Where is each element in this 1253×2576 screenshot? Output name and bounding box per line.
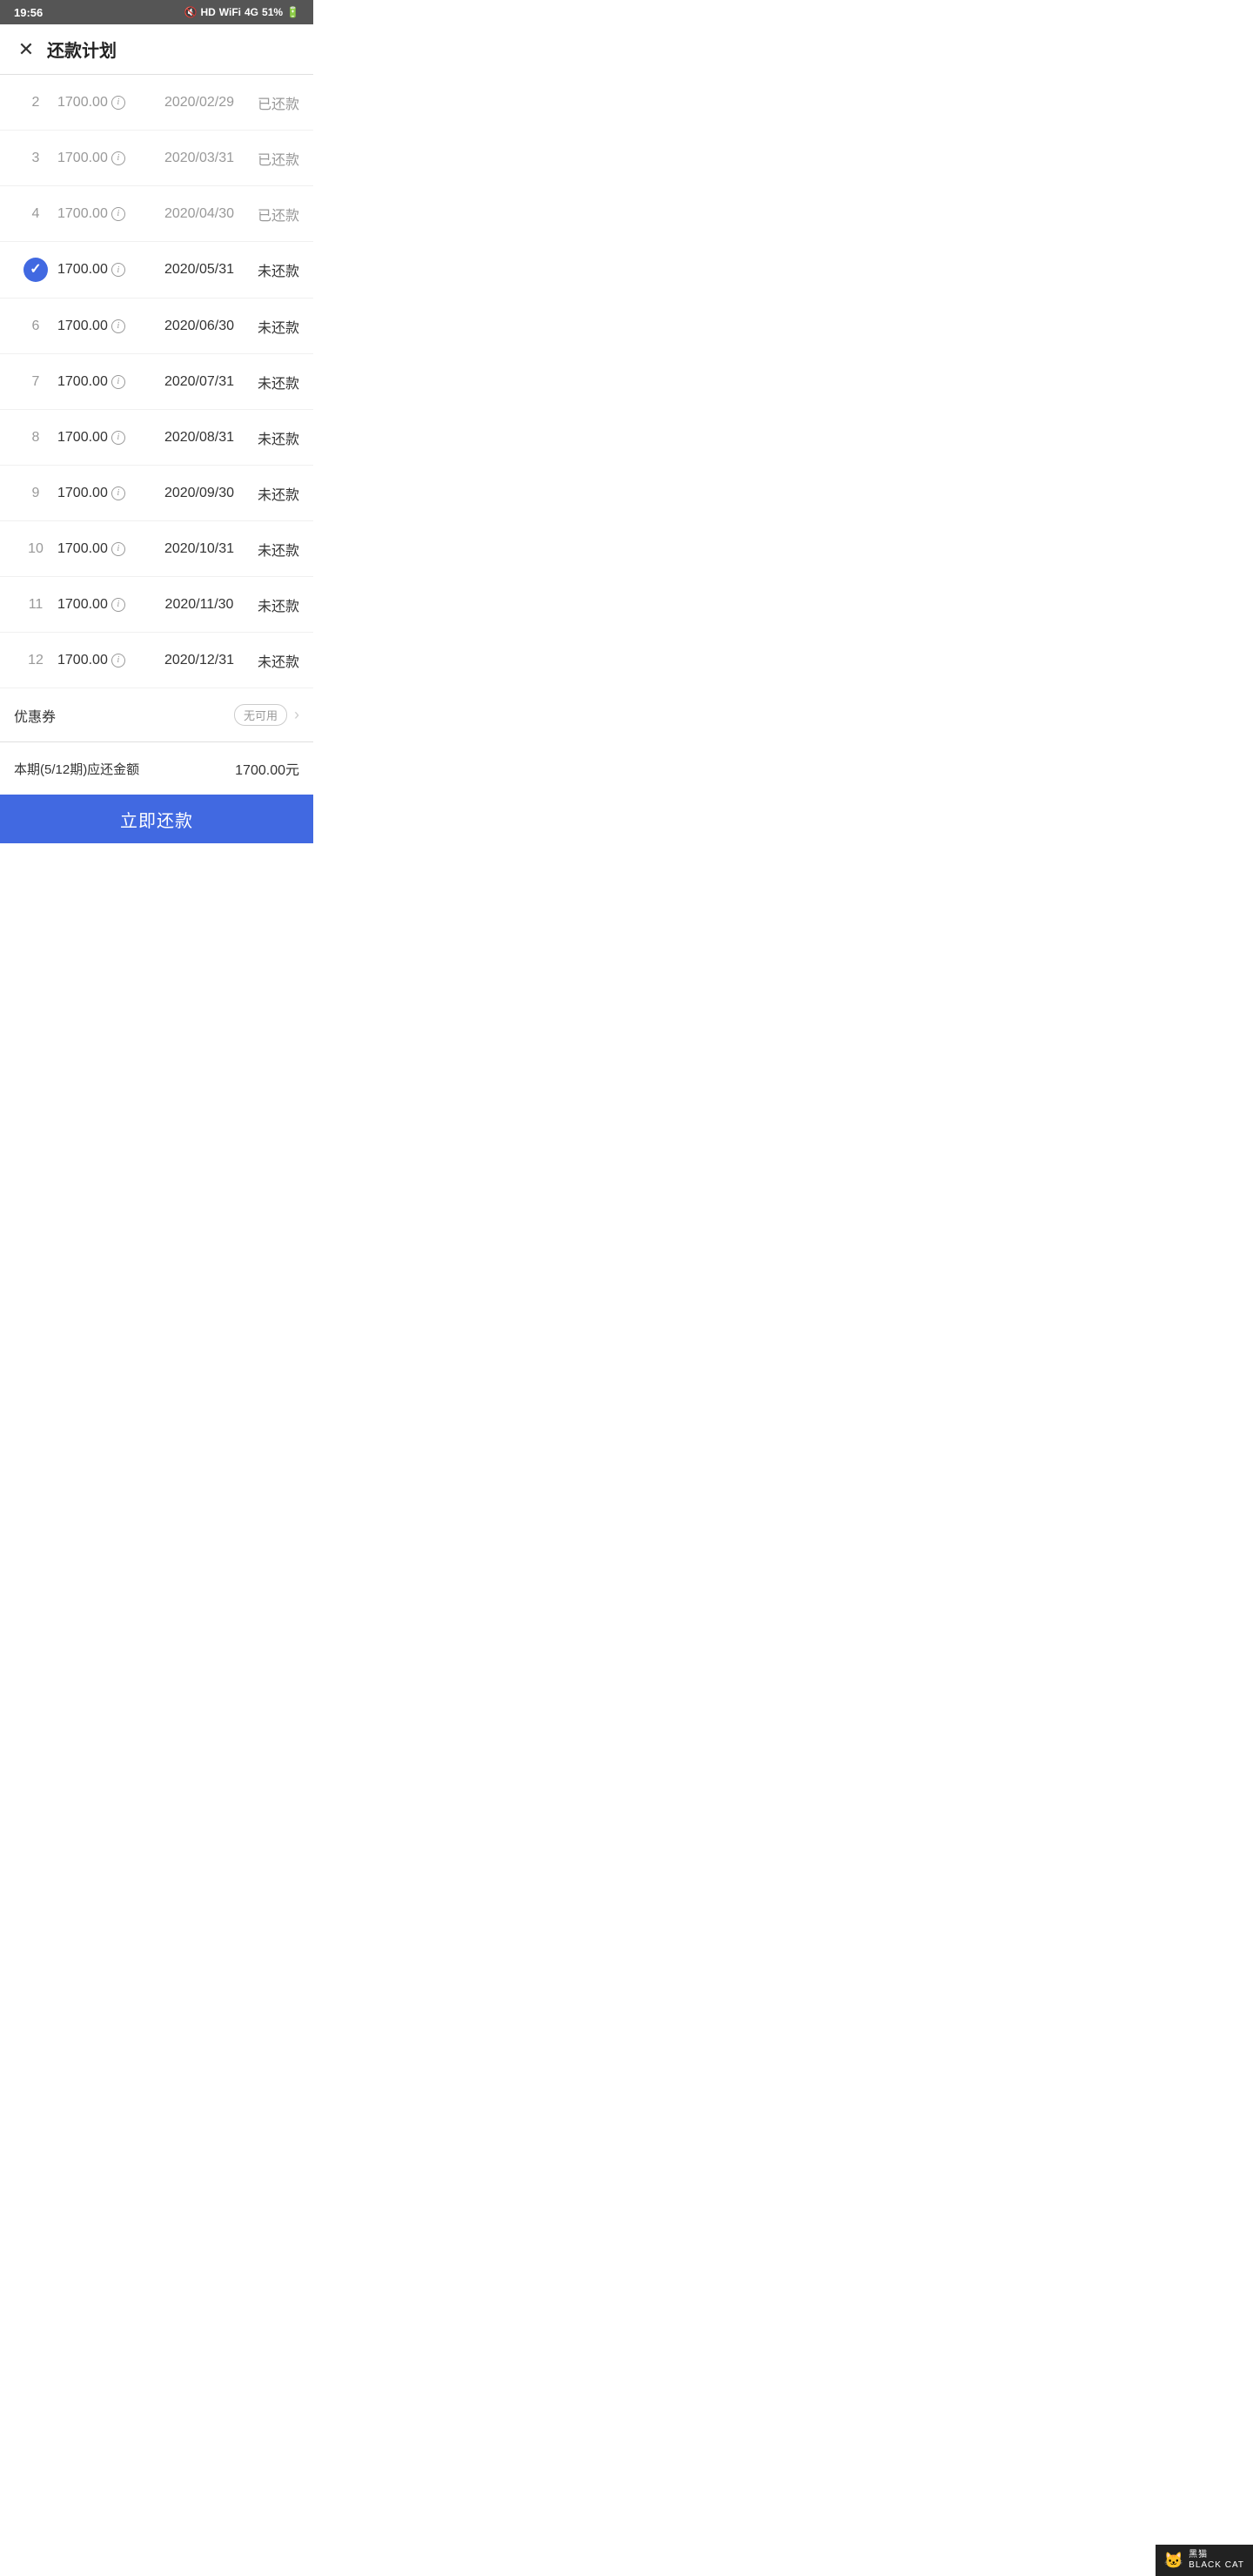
row-date: 2020/05/31 bbox=[151, 262, 247, 278]
close-icon: ✕ bbox=[18, 40, 34, 59]
row-date: 2020/08/31 bbox=[151, 430, 247, 446]
info-icon[interactable]: i bbox=[111, 654, 125, 667]
info-icon[interactable]: i bbox=[111, 431, 125, 445]
info-icon[interactable]: i bbox=[111, 151, 125, 165]
row-amount: 1700.00 i bbox=[57, 653, 151, 668]
wifi-icon: WiFi bbox=[219, 6, 241, 18]
row-status: 已还款 bbox=[247, 204, 299, 225]
row-date: 2020/03/31 bbox=[151, 151, 247, 166]
row-index: 3 bbox=[14, 151, 57, 166]
row-date: 2020/12/31 bbox=[151, 653, 247, 668]
battery-icon: 🔋 bbox=[286, 6, 299, 18]
row-status: 未还款 bbox=[247, 539, 299, 560]
pay-button[interactable]: 立即还款 bbox=[0, 795, 313, 843]
signal-icon: 4G bbox=[245, 6, 258, 18]
coupon-tag: 无可用 bbox=[234, 704, 287, 726]
row-index: 7 bbox=[14, 374, 57, 390]
row-index: 4 bbox=[14, 206, 57, 222]
row-index: 2 bbox=[14, 95, 57, 111]
table-row[interactable]: 6 1700.00 i 2020/06/30 未还款 bbox=[0, 299, 313, 354]
info-icon[interactable]: i bbox=[111, 263, 125, 277]
row-amount: 1700.00 i bbox=[57, 95, 151, 111]
selected-check: ✓ bbox=[14, 258, 57, 282]
page-title: 还款计划 bbox=[47, 37, 117, 62]
row-status: 未还款 bbox=[247, 259, 299, 280]
row-status: 已还款 bbox=[247, 148, 299, 169]
watermark: 🐱 黑猫 BLACK CAT bbox=[1156, 2545, 1253, 2576]
table-row[interactable]: ✓ 1700.00 i 2020/05/31 未还款 bbox=[0, 242, 313, 299]
hd-label: HD bbox=[200, 6, 215, 18]
info-icon[interactable]: i bbox=[111, 207, 125, 221]
table-row: 3 1700.00 i 2020/03/31 已还款 bbox=[0, 131, 313, 186]
row-date: 2020/09/30 bbox=[151, 486, 247, 501]
row-date: 2020/07/31 bbox=[151, 374, 247, 390]
row-amount: 1700.00 i bbox=[57, 597, 151, 613]
row-index: 9 bbox=[14, 486, 57, 501]
info-icon[interactable]: i bbox=[111, 96, 125, 110]
total-label: 本期(5/12期)应还金额 bbox=[14, 760, 139, 778]
row-date: 2020/10/31 bbox=[151, 541, 247, 557]
row-date: 2020/04/30 bbox=[151, 206, 247, 222]
battery: 51% bbox=[262, 6, 283, 18]
total-amount-row: 本期(5/12期)应还金额 1700.00元 bbox=[0, 742, 313, 795]
row-index: 11 bbox=[14, 597, 57, 613]
pay-button-container: 立即还款 bbox=[0, 795, 313, 843]
time: 19:56 bbox=[14, 6, 43, 19]
row-status: 未还款 bbox=[247, 316, 299, 337]
row-amount: 1700.00 i bbox=[57, 374, 151, 390]
coupon-label: 优惠券 bbox=[14, 705, 234, 726]
table-row: 4 1700.00 i 2020/04/30 已还款 bbox=[0, 186, 313, 242]
table-row[interactable]: 9 1700.00 i 2020/09/30 未还款 bbox=[0, 466, 313, 521]
page-header: ✕ 还款计划 bbox=[0, 24, 313, 75]
row-status: 未还款 bbox=[247, 594, 299, 615]
row-date: 2020/11/30 bbox=[151, 597, 247, 613]
row-amount: 1700.00 i bbox=[57, 262, 151, 278]
row-status: 未还款 bbox=[247, 427, 299, 448]
close-button[interactable]: ✕ bbox=[14, 37, 38, 62]
row-index: 8 bbox=[14, 430, 57, 446]
info-icon[interactable]: i bbox=[111, 542, 125, 556]
row-date: 2020/06/30 bbox=[151, 319, 247, 334]
row-status: 已还款 bbox=[247, 92, 299, 113]
info-icon[interactable]: i bbox=[111, 319, 125, 333]
row-date: 2020/02/29 bbox=[151, 95, 247, 111]
table-row[interactable]: 8 1700.00 i 2020/08/31 未还款 bbox=[0, 410, 313, 466]
row-index: 10 bbox=[14, 541, 57, 557]
row-amount: 1700.00 i bbox=[57, 486, 151, 501]
black-cat-text: 黑猫 BLACK CAT bbox=[1189, 2550, 1244, 2571]
black-cat-line2: BLACK CAT bbox=[1189, 2560, 1244, 2571]
coupon-row[interactable]: 优惠券 无可用 › bbox=[0, 688, 313, 742]
row-amount: 1700.00 i bbox=[57, 319, 151, 334]
table-row: 2 1700.00 i 2020/02/29 已还款 bbox=[0, 75, 313, 131]
row-index: 12 bbox=[14, 653, 57, 668]
row-status: 未还款 bbox=[247, 372, 299, 392]
table-row[interactable]: 7 1700.00 i 2020/07/31 未还款 bbox=[0, 354, 313, 410]
row-amount: 1700.00 i bbox=[57, 541, 151, 557]
row-amount: 1700.00 i bbox=[57, 206, 151, 222]
mute-icon: 🔇 bbox=[184, 6, 197, 18]
info-icon[interactable]: i bbox=[111, 598, 125, 612]
table-row[interactable]: 11 1700.00 i 2020/11/30 未还款 bbox=[0, 577, 313, 633]
chevron-right-icon: › bbox=[294, 706, 299, 724]
row-amount: 1700.00 i bbox=[57, 430, 151, 446]
row-amount: 1700.00 i bbox=[57, 151, 151, 166]
status-bar: 19:56 🔇 HD WiFi 4G 51% 🔋 bbox=[0, 0, 313, 24]
row-status: 未还款 bbox=[247, 650, 299, 671]
row-index: 6 bbox=[14, 319, 57, 334]
info-icon[interactable]: i bbox=[111, 375, 125, 389]
info-icon[interactable]: i bbox=[111, 486, 125, 500]
black-cat-icon: 🐱 bbox=[1164, 2552, 1183, 2570]
status-icons: 🔇 HD WiFi 4G 51% 🔋 bbox=[184, 6, 299, 18]
black-cat-line1: 黑猫 bbox=[1189, 2550, 1244, 2560]
row-status: 未还款 bbox=[247, 483, 299, 504]
total-value: 1700.00元 bbox=[235, 758, 299, 779]
table-row[interactable]: 12 1700.00 i 2020/12/31 未还款 bbox=[0, 633, 313, 688]
repayment-table: 2 1700.00 i 2020/02/29 已还款 3 1700.00 i 2… bbox=[0, 75, 313, 688]
table-row[interactable]: 10 1700.00 i 2020/10/31 未还款 bbox=[0, 521, 313, 577]
